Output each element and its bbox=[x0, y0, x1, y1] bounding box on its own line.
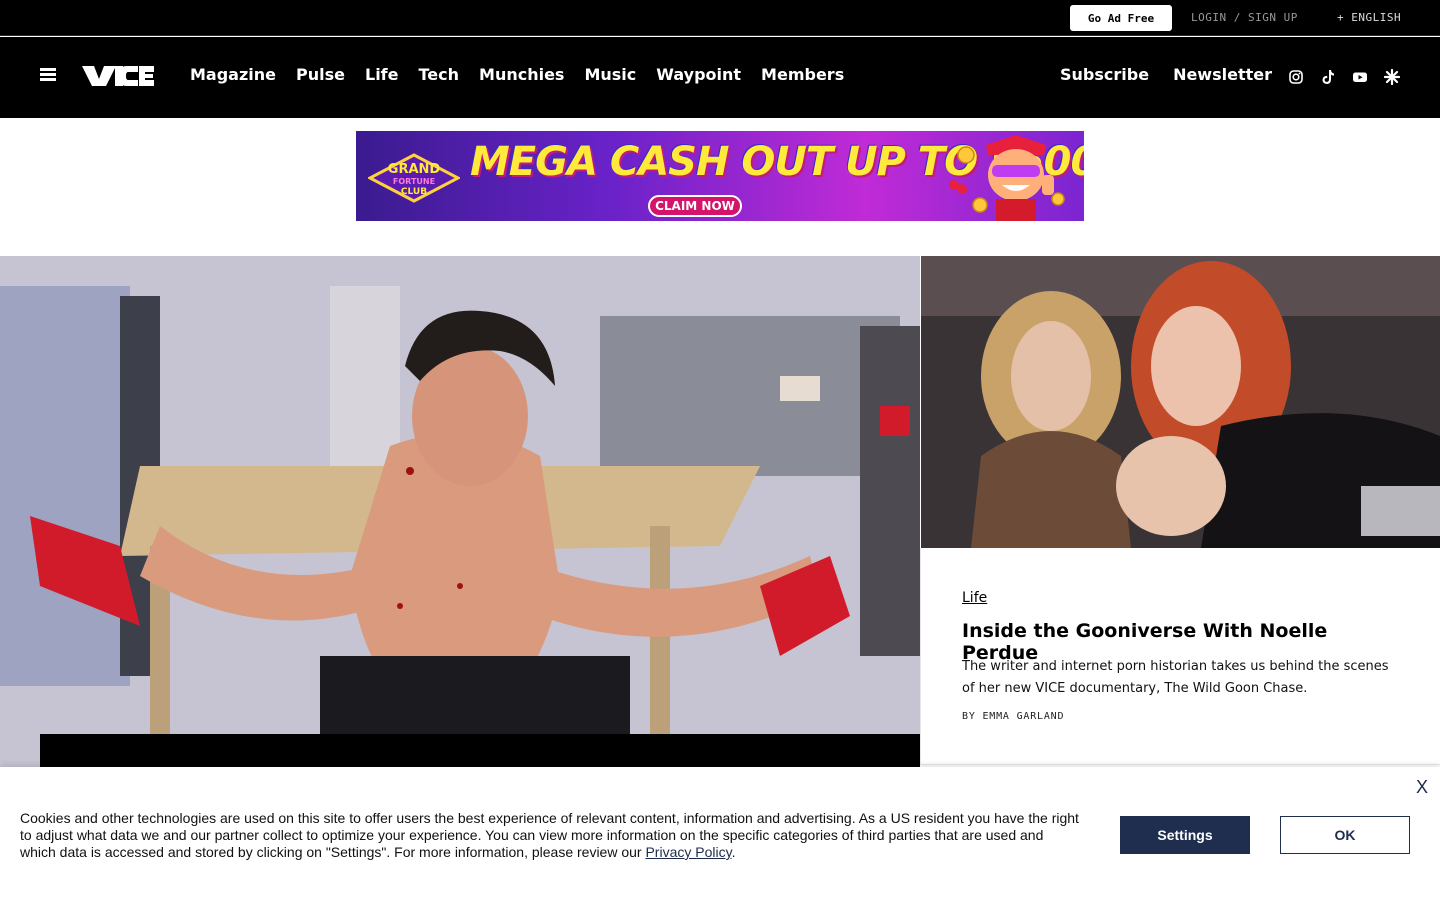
cookie-ok-button[interactable]: OK bbox=[1280, 816, 1410, 854]
cookie-text-end: . bbox=[731, 844, 736, 860]
nav-link-magazine[interactable]: Magazine bbox=[190, 65, 276, 84]
tiktok-icon[interactable] bbox=[1320, 69, 1336, 85]
side-article-photo bbox=[921, 256, 1440, 548]
cookie-settings-button[interactable]: Settings bbox=[1120, 816, 1250, 854]
hamburger-menu-icon[interactable] bbox=[40, 68, 56, 82]
ad-headline: MEGA CASH OUT UP TO $500 bbox=[470, 139, 1084, 185]
top-utility-bar: Go Ad Free LOGIN / SIGN UP + ENGLISH bbox=[0, 0, 1440, 36]
cookie-consent-text: Cookies and other technologies are used … bbox=[20, 810, 1080, 861]
article-byline: BY EMMA GARLAND bbox=[962, 711, 1065, 722]
svg-text:FORTUNE: FORTUNE bbox=[393, 177, 435, 186]
main-nav: Magazine Pulse Life Tech Munchies Music … bbox=[0, 37, 1440, 118]
privacy-policy-link[interactable]: Privacy Policy bbox=[645, 844, 731, 860]
nav-link-pulse[interactable]: Pulse bbox=[296, 65, 345, 84]
nav-links: Magazine Pulse Life Tech Munchies Music … bbox=[190, 65, 844, 84]
cookie-consent-banner: X Cookies and other technologies are use… bbox=[0, 767, 1440, 900]
instagram-icon[interactable] bbox=[1288, 69, 1304, 85]
close-icon[interactable]: X bbox=[1416, 777, 1428, 798]
ad-banner[interactable]: GRAND FORTUNE CLUB MEGA CASH OUT UP TO $… bbox=[356, 131, 1084, 221]
article-description: The writer and internet porn historian t… bbox=[962, 659, 1389, 696]
vice-logo[interactable] bbox=[80, 63, 156, 89]
nav-link-music[interactable]: Music bbox=[584, 65, 636, 84]
subscribe-link[interactable]: Subscribe bbox=[1060, 65, 1149, 84]
grand-fortune-club-logo: GRAND FORTUNE CLUB bbox=[368, 153, 460, 203]
cookie-text-body: Cookies and other technologies are used … bbox=[20, 810, 1079, 860]
svg-text:CLUB: CLUB bbox=[401, 187, 427, 197]
nav-link-life[interactable]: Life bbox=[365, 65, 399, 84]
article-category-link[interactable]: Life bbox=[962, 590, 987, 606]
nav-right-links: Subscribe Newsletter bbox=[1060, 65, 1272, 84]
go-ad-free-button[interactable]: Go Ad Free bbox=[1070, 5, 1172, 31]
login-signup-link[interactable]: LOGIN / SIGN UP bbox=[1191, 11, 1298, 24]
asterisk-icon[interactable] bbox=[1384, 69, 1400, 85]
youtube-icon[interactable] bbox=[1352, 69, 1368, 85]
nav-link-members[interactable]: Members bbox=[761, 65, 844, 84]
nav-link-tech[interactable]: Tech bbox=[419, 65, 460, 84]
side-article-card: Life Inside the Gooniverse With Noelle P… bbox=[920, 548, 1440, 765]
newsletter-link[interactable]: Newsletter bbox=[1173, 65, 1272, 84]
svg-text:GRAND: GRAND bbox=[388, 162, 441, 177]
ad-claim-now-button[interactable]: CLAIM NOW bbox=[648, 195, 742, 217]
side-article-image[interactable] bbox=[921, 256, 1440, 548]
nav-link-waypoint[interactable]: Waypoint bbox=[656, 65, 741, 84]
ad-cartoon-character bbox=[949, 135, 1065, 221]
hero-photo bbox=[0, 256, 920, 768]
nav-link-munchies[interactable]: Munchies bbox=[479, 65, 564, 84]
hero-caption-bar bbox=[40, 734, 920, 768]
hero-article-image[interactable] bbox=[0, 256, 920, 768]
language-selector[interactable]: + ENGLISH bbox=[1337, 11, 1401, 24]
